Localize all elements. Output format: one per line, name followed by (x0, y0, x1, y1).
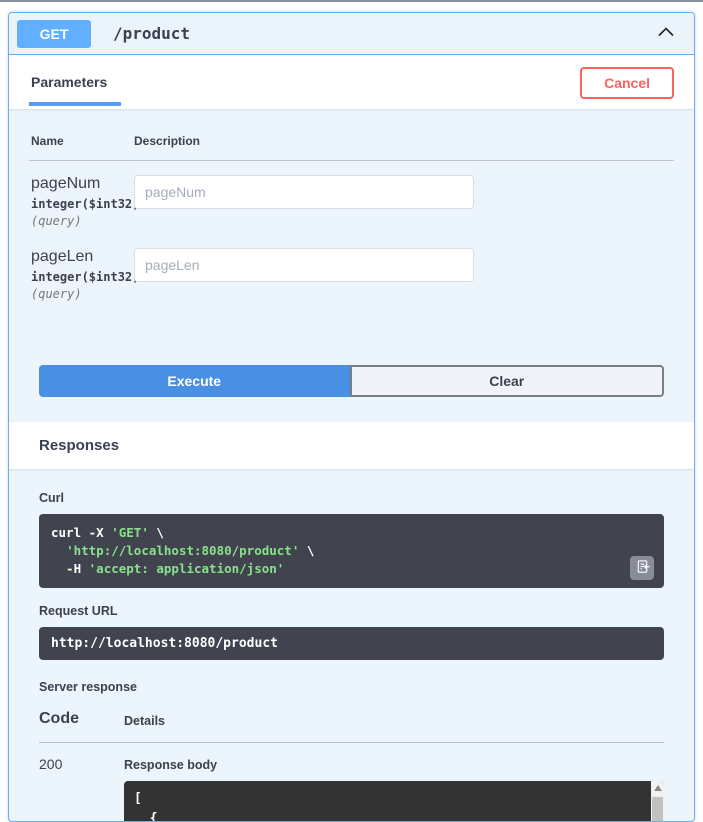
execute-wrapper: Execute Clear (39, 365, 664, 397)
tab-parameters-label: Parameters (29, 70, 122, 106)
response-row-200: 200 Response body [ { "id": 128, "title"… (39, 743, 664, 822)
curl-command-block[interactable]: curl -X 'GET' \ 'http://localhost:8080/p… (39, 514, 664, 589)
section-header-responses: Responses (9, 422, 694, 469)
opblock-get-product: GET /product Parameters Cancel Name Desc… (8, 12, 695, 822)
execute-button[interactable]: Execute (39, 365, 350, 397)
clear-button[interactable]: Clear (349, 365, 664, 397)
param-type: integer($int32) (31, 197, 140, 211)
scrollbar-thumb[interactable] (652, 797, 663, 821)
chevron-up-icon (656, 27, 676, 45)
column-header-description: Description (134, 134, 201, 148)
request-url-value: http://localhost:8080/product (39, 627, 664, 661)
section-divider (0, 0, 703, 2)
section-header-parameters: Parameters Cancel (9, 55, 694, 109)
response-body-label: Response body (124, 758, 218, 773)
response-body-code: [ { "id": 128, "title": "Колесо R18 Кова… (134, 791, 158, 822)
column-header-details: Details (124, 714, 165, 729)
server-response-label: Server response (39, 680, 137, 695)
copy-to-clipboard-icon (635, 559, 650, 577)
tab-parameters[interactable]: Parameters (29, 70, 122, 106)
cancel-button[interactable]: Cancel (580, 67, 674, 99)
opblock-summary[interactable]: GET /product (9, 13, 694, 55)
parameters-table-header: Name Description (29, 134, 674, 161)
param-row-pagenum: pageNum integer($int32) (query) (29, 161, 674, 234)
status-code: 200 (39, 756, 63, 773)
pagelen-input[interactable] (134, 248, 474, 282)
param-row-pagelen: pageLen integer($int32) (query) (29, 234, 674, 307)
response-table-header: Code Details (39, 710, 664, 744)
param-name: pageLen (31, 248, 94, 265)
scroll-up-arrow-icon[interactable] (651, 781, 664, 795)
responses-title: Responses (39, 437, 120, 454)
param-name: pageNum (31, 175, 101, 192)
responses-section: Curl curl -X 'GET' \ 'http://localhost:8… (9, 469, 694, 822)
column-header-name: Name (31, 134, 64, 148)
curl-label: Curl (39, 491, 64, 505)
column-header-code: Code (39, 710, 79, 728)
param-type: integer($int32) (31, 270, 140, 284)
endpoint-path: /product (113, 24, 191, 43)
pagenum-input[interactable] (134, 175, 474, 209)
copy-to-clipboard-button[interactable] (630, 556, 654, 581)
param-location: (query) (31, 287, 82, 301)
response-body-block[interactable]: [ { "id": 128, "title": "Колесо R18 Кова… (124, 781, 664, 822)
param-location: (query) (31, 214, 82, 228)
http-method-badge: GET (17, 19, 91, 48)
curl-command-code: curl -X 'GET' \ 'http://localhost:8080/p… (51, 525, 315, 577)
parameters-section: Name Description pageNum integer($int32)… (9, 109, 694, 397)
scrollbar[interactable] (651, 781, 664, 821)
collapse-button[interactable] (646, 18, 686, 49)
request-url-label: Request URL (39, 604, 118, 619)
